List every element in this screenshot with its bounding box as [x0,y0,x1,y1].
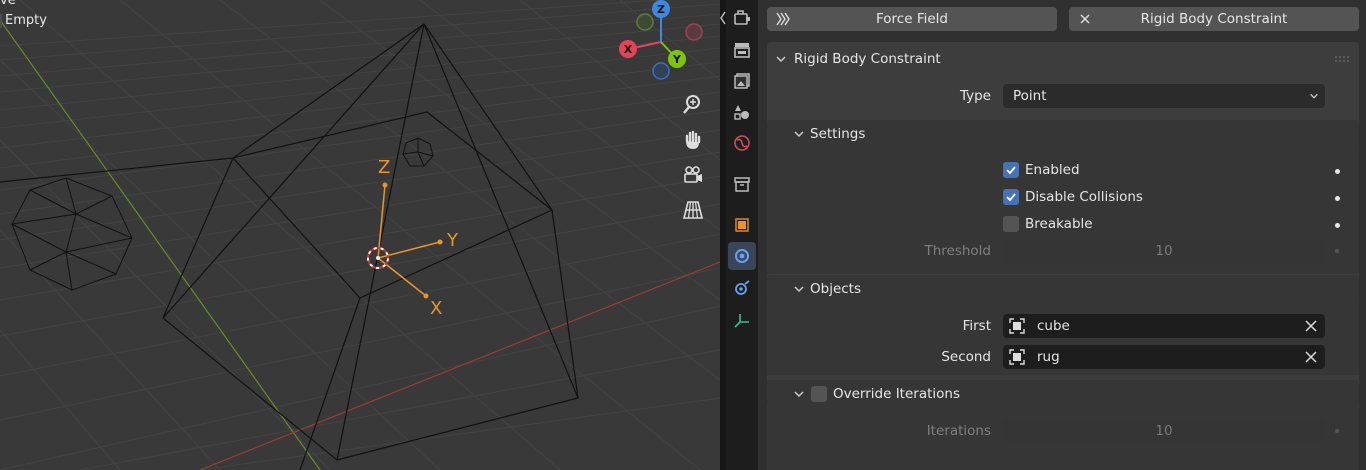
rigid-body-constraint-button[interactable]: Rigid Body Constraint [1069,7,1359,31]
object-icon [1009,349,1025,365]
disable-collisions-checkbox[interactable] [1003,189,1019,205]
check-icon [1006,166,1016,175]
iterations-field[interactable]: 10 [1003,419,1325,443]
viewport-collection-label: Empty [5,13,47,28]
x-axis-line [199,261,720,470]
output-icon[interactable] [728,67,756,95]
floor-grid [0,0,720,470]
hand-pan-icon[interactable] [677,124,709,156]
y-axis-line [0,19,321,470]
objects-title: Objects [810,281,862,297]
object-icon[interactable] [728,211,756,239]
breakable-label: Breakable [1025,216,1093,232]
svg-text:Y: Y [672,53,682,66]
first-object-value: cube [1037,318,1070,334]
chevron-down-icon [794,131,804,138]
tool-icon[interactable] [728,4,756,32]
object-icon [1009,318,1025,334]
panel-title: Rigid Body Constraint [794,51,941,67]
override-iterations-title: Override Iterations [833,386,960,402]
icosphere-left [11,177,133,291]
panel-header[interactable]: Rigid Body Constraint [775,49,941,69]
drag-handle-icon[interactable] [1335,56,1349,62]
type-value: Point [1013,88,1047,104]
grid-perspective-icon[interactable] [677,194,709,226]
svg-text:X: X [624,43,633,56]
clear-x-icon[interactable] [1305,320,1317,332]
keyframe-dot[interactable] [1335,249,1339,253]
threshold-label: Threshold [924,243,991,259]
enabled-label: Enabled [1025,162,1080,178]
viewport-left-marker [0,14,2,28]
objects-subpanel-header[interactable]: Objects [767,275,1359,303]
viewport-corner-text: ve [0,0,16,8]
settings-subpanel-header[interactable]: Settings [767,120,1359,148]
svg-text:Z: Z [657,3,665,16]
rigid-body-constraint-panel: Rigid Body Constraint Type Point Setting… [767,42,1359,470]
properties-editor: Force Field Rigid Body Constraint Rigid … [758,0,1366,470]
physics-icon[interactable] [728,242,756,270]
iterations-value: 10 [1155,423,1173,439]
chevron-down-icon [1310,93,1318,99]
navigation-gizmo: Z X Y [619,0,703,80]
clear-x-icon[interactable] [1305,351,1317,363]
properties-tab-bar [726,0,758,470]
disable-collisions-label: Disable Collisions [1025,189,1143,205]
iterations-label: Iterations [926,423,991,439]
empty-z-label: Z [378,157,390,178]
settings-title: Settings [810,126,866,142]
3d-viewport[interactable]: Z Y X Z X Y ve Empty [0,0,720,470]
chevron-down-icon [794,391,804,398]
data-icon[interactable] [728,306,756,334]
threshold-field[interactable]: 10 [1003,239,1325,263]
empty-y-label: Y [446,230,459,251]
chevron-down-icon [794,286,804,293]
view-layer-icon[interactable] [728,98,756,126]
second-object-field[interactable]: rug [1003,345,1325,369]
zoom-icon[interactable] [677,88,709,120]
rigid-body-constraint-label: Rigid Body Constraint [1140,11,1288,27]
wire-pyramid [0,23,579,470]
type-label: Type [959,88,991,104]
camera-view-icon[interactable] [677,159,709,191]
second-object-value: rug [1037,349,1060,365]
force-field-button[interactable]: Force Field [767,7,1057,31]
keyframe-dot[interactable] [1335,169,1340,174]
first-object-field[interactable]: cube [1003,314,1325,338]
breakable-checkbox[interactable] [1003,216,1019,232]
force-field-label: Force Field [876,11,948,27]
keyframe-dot[interactable] [1335,196,1340,201]
override-iterations-subpanel-header[interactable]: Override Iterations [767,380,1359,408]
enabled-checkbox-row[interactable]: Enabled [1003,162,1080,178]
type-dropdown[interactable]: Point [1003,84,1325,108]
disable-collisions-checkbox-row[interactable]: Disable Collisions [1003,189,1143,205]
override-iterations-checkbox[interactable] [811,386,827,402]
viewport-scene: Z Y X Z X Y [0,0,720,470]
render-icon[interactable] [728,36,756,64]
remove-x-icon[interactable] [1077,11,1093,27]
chevron-down-icon [776,56,786,63]
scene-icon[interactable] [728,129,756,157]
constraint-icon[interactable] [728,274,756,302]
keyframe-dot[interactable] [1335,223,1340,228]
keyframe-dot[interactable] [1335,429,1339,433]
collection-icon[interactable] [728,170,756,198]
breakable-checkbox-row[interactable]: Breakable [1003,216,1093,232]
empty-x-label: X [430,298,442,319]
force-field-icon [776,12,790,26]
check-icon [1006,193,1016,202]
first-label: First [962,318,991,334]
threshold-value: 10 [1155,243,1173,259]
second-label: Second [941,349,991,365]
enabled-checkbox[interactable] [1003,162,1019,178]
